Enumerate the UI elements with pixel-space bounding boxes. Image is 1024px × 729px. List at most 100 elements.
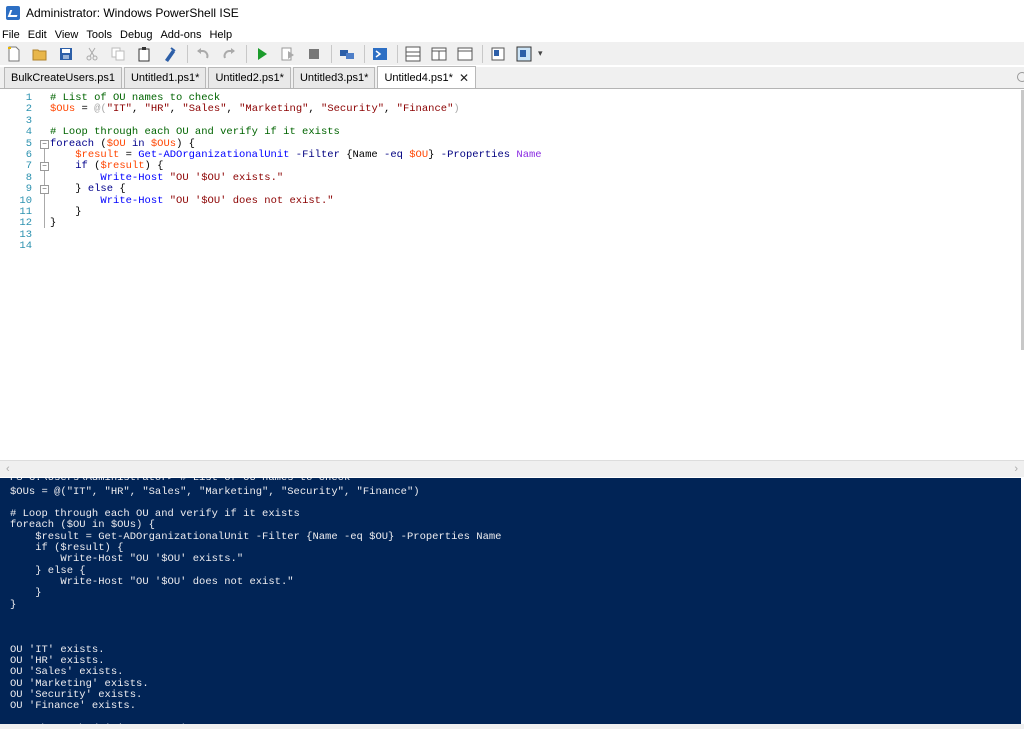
- code-token: }: [50, 183, 88, 196]
- code-line: $OUs = @("IT", "HR", "Sales", "Marketing…: [50, 104, 460, 115]
- tab-untitled3[interactable]: Untitled3.ps1*: [292, 67, 376, 88]
- code-token: @(: [94, 103, 107, 116]
- code-line: }: [50, 218, 56, 229]
- script-editor[interactable]: 1 2 3 4 5 6 7 8 9 10 11 12 13 14− − − # List of OU names…: [0, 90, 1021, 460]
- code-token: }: [50, 206, 82, 218]
- open-folder-icon[interactable]: [30, 44, 50, 64]
- powershell-console-icon[interactable]: [370, 44, 390, 64]
- fold-toggle-icon[interactable]: −: [40, 185, 49, 195]
- window-title: Administrator: Windows PowerShell ISE: [26, 6, 239, 20]
- menu-bar: File Edit View Tools Debug Add-ons Help: [0, 27, 1024, 42]
- menu-addons[interactable]: Add-ons: [157, 29, 206, 41]
- tab-label: BulkCreateUsers.ps1: [11, 72, 115, 84]
- code-line: Write-Host "OU '$OU' does not exist.": [50, 194, 334, 207]
- command-window-icon[interactable]: [488, 44, 508, 64]
- console-pane[interactable]: PS C:\Users\Administrator> # List of OU …: [0, 478, 1021, 724]
- code-token: }: [50, 217, 57, 230]
- code-token: ,: [226, 103, 240, 116]
- code-token: "OU '$OU' exists.": [169, 171, 284, 184]
- code-token: # List of OU names to check: [50, 92, 221, 104]
- menu-edit[interactable]: Edit: [25, 29, 52, 41]
- save-icon[interactable]: [56, 44, 76, 64]
- console-line: OU 'Finance' exists.: [10, 700, 137, 713]
- fold-toggle-icon[interactable]: −: [40, 139, 49, 149]
- code-token: Name: [352, 149, 378, 161]
- run-selection-icon[interactable]: [278, 44, 298, 64]
- editor-horizontal-scrollbar[interactable]: ‹ ›: [0, 460, 1024, 477]
- scroll-right-icon[interactable]: ›: [1014, 463, 1018, 475]
- code-token: ) {: [176, 137, 195, 150]
- console-line: OU 'Sales' exists.: [10, 666, 124, 679]
- paste-icon[interactable]: [134, 44, 154, 64]
- tab-untitled2[interactable]: Untitled2.ps1*: [208, 67, 291, 88]
- code-token: $OU: [409, 149, 429, 161]
- code-token: -Filter: [295, 149, 340, 161]
- code-token: $OU: [106, 137, 126, 150]
- menu-debug[interactable]: Debug: [117, 29, 157, 41]
- script-tab-strip: BulkCreateUsers.ps1 Untitled1.ps1* Untit…: [0, 66, 1024, 89]
- code-token: $result: [100, 160, 145, 173]
- title-bar: Administrator: Windows PowerShell ISE: [0, 0, 1024, 26]
- stop-icon[interactable]: [304, 44, 324, 64]
- code-token: $OUs: [150, 137, 177, 150]
- code-token: "OU '$OU' does not exist.": [169, 194, 334, 207]
- tab-untitled4[interactable]: Untitled4.ps1* ✕: [377, 66, 476, 88]
- menu-help[interactable]: Help: [206, 29, 237, 41]
- code-token: -eq: [384, 149, 403, 161]
- tab-label: Untitled1.ps1*: [130, 72, 200, 84]
- show-command-addon-icon[interactable]: [514, 44, 534, 64]
- tab-close-icon[interactable]: ✕: [459, 71, 469, 85]
- code-token: $OUs: [50, 103, 76, 116]
- code-token: # Loop through each OU and verify if it …: [50, 126, 340, 139]
- console-line: }: [10, 598, 17, 611]
- collapse-script-pane-icon[interactable]: [1017, 72, 1024, 82]
- cut-icon[interactable]: [82, 44, 102, 64]
- code-token: foreach: [50, 137, 95, 150]
- scroll-left-icon[interactable]: ‹: [6, 463, 10, 475]
- console-line: Write-Host "OU '$OU' does not exist.": [10, 575, 294, 588]
- script-pane-top-icon[interactable]: [403, 44, 423, 64]
- tab-untitled1[interactable]: Untitled1.ps1*: [123, 67, 207, 88]
- fold-toggle-icon[interactable]: −: [40, 162, 49, 172]
- menu-file[interactable]: File: [0, 29, 25, 41]
- run-script-icon[interactable]: [252, 44, 272, 64]
- code-token: ) {: [144, 160, 164, 173]
- copy-icon[interactable]: [108, 44, 128, 64]
- tab-label: Untitled2.ps1*: [215, 72, 284, 84]
- code-token: -Properties: [440, 149, 511, 161]
- code-token: ,: [384, 103, 397, 116]
- undo-icon[interactable]: [193, 44, 213, 64]
- remote-session-icon[interactable]: [337, 44, 357, 64]
- code-token: "Security": [321, 103, 385, 116]
- code-token: "Marketing": [239, 103, 309, 116]
- code-token: (: [94, 137, 107, 150]
- code-token: in: [131, 137, 145, 150]
- status-bar: [0, 724, 1024, 729]
- code-token: {: [339, 149, 353, 161]
- code-token: ,: [308, 103, 322, 116]
- menu-view[interactable]: View: [52, 29, 84, 41]
- code-token: "IT": [106, 103, 132, 116]
- redo-icon[interactable]: [219, 44, 239, 64]
- clear-icon[interactable]: [160, 44, 180, 64]
- script-pane-right-icon[interactable]: [429, 44, 449, 64]
- console-line: PS C:\Users\Administrator> # List of OU …: [10, 478, 350, 484]
- toolbar: ▾: [0, 42, 1024, 65]
- tab-bulkcreateusers[interactable]: BulkCreateUsers.ps1: [4, 67, 122, 88]
- new-file-icon[interactable]: [4, 44, 24, 64]
- code-token: Write-Host: [100, 194, 164, 207]
- toolbar-separator: [482, 44, 483, 63]
- console-line: Write-Host "OU '$OU' exists.": [10, 553, 244, 566]
- code-token: "Finance": [396, 103, 454, 116]
- code-token: "HR": [144, 103, 170, 116]
- console-line: $OUs = @("IT", "HR", "Sales", "Marketing…: [10, 485, 420, 498]
- script-pane-maximized-icon[interactable]: [455, 44, 475, 64]
- powershell-ise-window: Administrator: Windows PowerShell ISE Fi…: [0, 0, 1024, 729]
- menu-tools[interactable]: Tools: [83, 29, 117, 41]
- code-token: $result: [75, 149, 120, 161]
- toolbar-overflow-icon[interactable]: ▾: [538, 48, 543, 59]
- toolbar-separator: [187, 44, 188, 63]
